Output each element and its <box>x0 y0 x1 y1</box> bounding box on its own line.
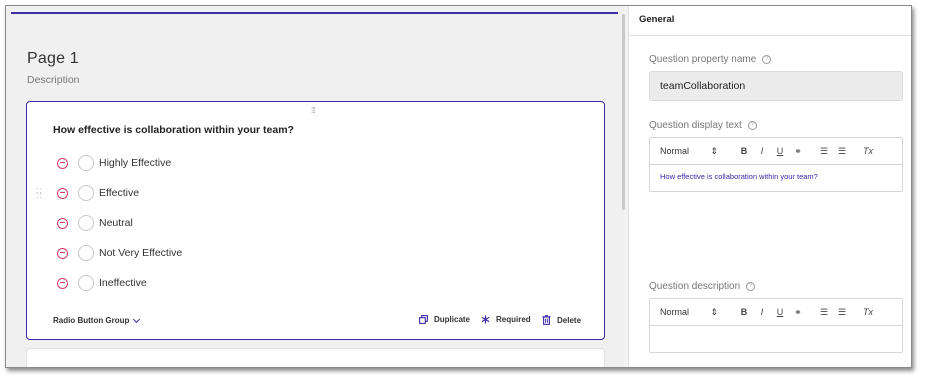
underline-button[interactable]: U <box>771 146 789 156</box>
choice-label[interactable]: Not Very Effective <box>99 247 182 259</box>
duplicate-icon <box>419 315 428 324</box>
display-text-label: Question display text ? <box>649 120 757 131</box>
link-icon[interactable]: ⚭ <box>789 146 807 157</box>
question-toolbar: Radio Button Group Duplicate Required De… <box>53 314 583 330</box>
description-label-text: Question description <box>649 281 741 292</box>
bold-button[interactable]: B <box>735 307 753 317</box>
remove-choice-icon[interactable] <box>57 157 68 169</box>
remove-choice-icon[interactable] <box>57 217 68 229</box>
question-name-input[interactable]: teamCollaboration <box>649 71 903 101</box>
link-icon[interactable]: ⚭ <box>789 307 807 318</box>
description-content[interactable] <box>650 326 902 352</box>
choice-label[interactable]: Neutral <box>99 217 133 229</box>
choice-item: Not Very Effective <box>57 243 182 263</box>
text-style-select[interactable]: Normal ⇕ <box>660 146 718 157</box>
display-text-content[interactable]: How effective is collaboration within yo… <box>650 165 902 191</box>
remove-choice-icon[interactable] <box>57 247 68 259</box>
display-text-label-text: Question display text <box>649 120 742 131</box>
general-section-header[interactable]: General <box>629 6 911 36</box>
choice-label[interactable]: Highly Effective <box>99 157 171 169</box>
text-style-value: Normal <box>660 145 690 156</box>
ordered-list-icon[interactable]: ☰ <box>815 307 833 318</box>
ordered-list-icon[interactable]: ☰ <box>815 146 833 157</box>
name-label: Question property name ? <box>649 54 772 65</box>
next-question-card[interactable] <box>26 348 605 367</box>
choice-item: Effective <box>57 183 139 203</box>
delete-button[interactable]: Delete <box>542 315 581 325</box>
chevron-down-icon <box>133 315 141 323</box>
text-style-value: Normal <box>660 306 690 317</box>
app-window: Page 1 Description ⁞⁞⁞ How effective is … <box>5 5 912 368</box>
help-icon[interactable]: ? <box>746 282 756 291</box>
required-button[interactable]: Required <box>481 315 531 324</box>
clear-format-button[interactable]: Tx <box>859 146 877 156</box>
vertical-scrollbar[interactable] <box>622 14 625 210</box>
question-card[interactable]: ⁞⁞⁞ How effective is collaboration withi… <box>26 101 605 340</box>
drag-handle-icon[interactable]: ⁞⁞⁞ <box>311 106 316 115</box>
bullet-list-icon[interactable]: ☰ <box>833 146 851 157</box>
duplicate-label: Duplicate <box>434 315 471 324</box>
choice-item: Highly Effective <box>57 153 171 173</box>
question-title[interactable]: How effective is collaboration within yo… <box>53 124 294 136</box>
underline-button[interactable]: U <box>771 307 789 317</box>
choice-label[interactable]: Effective <box>99 187 139 199</box>
rich-text-toolbar: Normal ⇕ B I U ⚭ ☰ ☰ Tx <box>650 138 902 165</box>
text-style-select[interactable]: Normal ⇕ <box>660 307 718 318</box>
property-panel: General Question property name ? teamCol… <box>628 6 911 367</box>
rich-text-toolbar: Normal ⇕ B I U ⚭ ☰ ☰ Tx <box>650 299 902 326</box>
drag-handle-icon[interactable]: :::: <box>36 187 42 200</box>
choice-label[interactable]: Ineffective <box>99 277 147 289</box>
radio-button[interactable] <box>78 155 94 171</box>
name-label-text: Question property name <box>649 54 757 65</box>
select-arrows-icon: ⇕ <box>710 145 718 156</box>
delete-label: Delete <box>557 315 582 325</box>
choice-item: Neutral <box>57 213 133 233</box>
page-title[interactable]: Page 1 <box>27 50 79 68</box>
question-type-dropdown[interactable]: Radio Button Group <box>53 315 141 325</box>
help-icon[interactable]: ? <box>747 121 757 130</box>
remove-choice-icon[interactable] <box>57 277 68 289</box>
radio-button[interactable] <box>78 215 94 231</box>
duplicate-button[interactable]: Duplicate <box>419 315 470 324</box>
select-arrows-icon: ⇕ <box>710 306 718 317</box>
bold-button[interactable]: B <box>735 146 753 156</box>
italic-button[interactable]: I <box>753 307 771 317</box>
help-icon[interactable]: ? <box>762 55 772 64</box>
trash-icon <box>542 315 551 325</box>
display-text-editor: Normal ⇕ B I U ⚭ ☰ ☰ Tx How effective is… <box>649 137 903 192</box>
description-editor: Normal ⇕ B I U ⚭ ☰ ☰ Tx <box>649 298 903 353</box>
description-label: Question description ? <box>649 281 756 292</box>
remove-choice-icon[interactable] <box>57 187 68 199</box>
radio-button[interactable] <box>78 185 94 201</box>
clear-format-button[interactable]: Tx <box>859 307 877 317</box>
required-label: Required <box>496 315 531 324</box>
survey-designer-canvas: Page 1 Description ⁞⁞⁞ How effective is … <box>6 6 625 367</box>
choice-item: Ineffective <box>57 273 147 293</box>
radio-button[interactable] <box>78 245 94 261</box>
question-type-label: Radio Button Group <box>53 316 130 325</box>
italic-button[interactable]: I <box>753 146 771 156</box>
radio-button[interactable] <box>78 275 94 291</box>
bullet-list-icon[interactable]: ☰ <box>833 307 851 318</box>
page-description[interactable]: Description <box>27 74 80 86</box>
page-selection-line <box>11 12 618 14</box>
asterisk-icon <box>481 315 490 324</box>
